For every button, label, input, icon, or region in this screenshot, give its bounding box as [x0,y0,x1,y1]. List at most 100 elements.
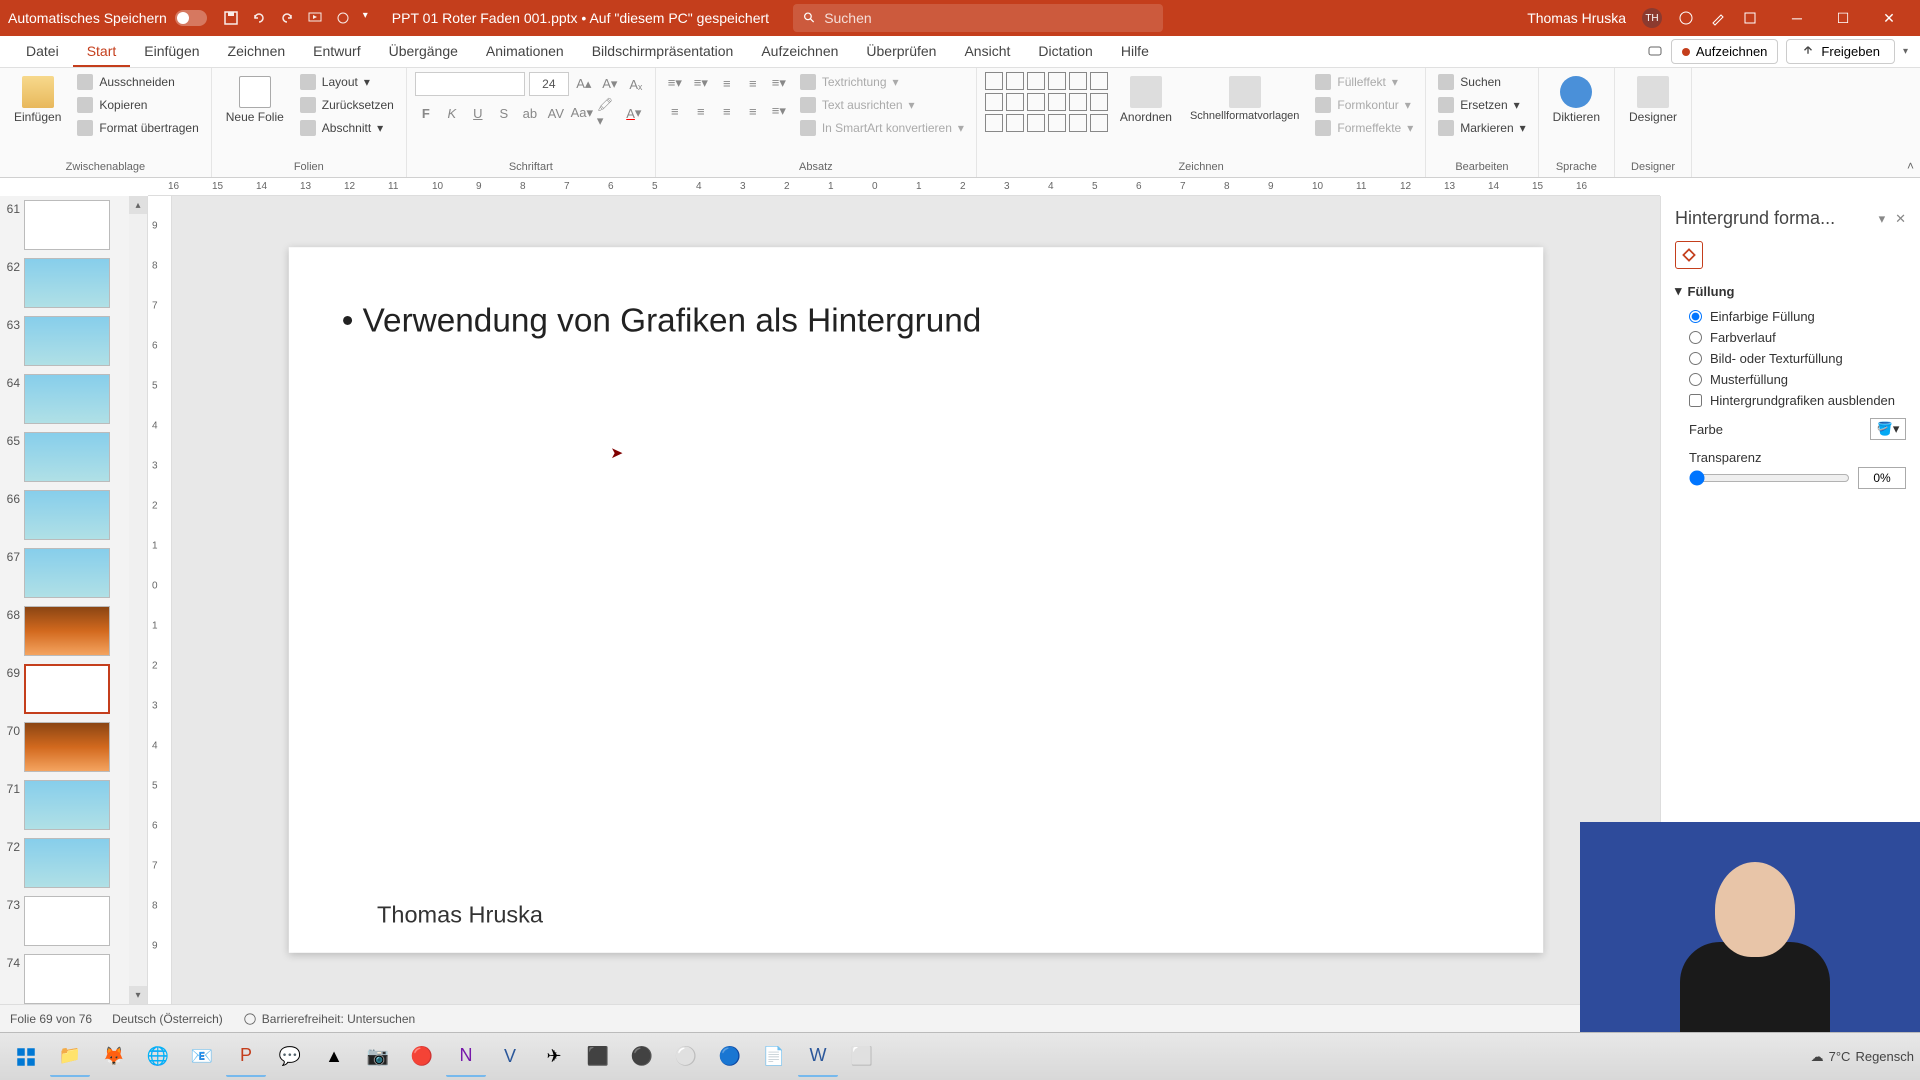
outlook-icon[interactable]: 📧 [182,1037,222,1077]
dictate-button[interactable]: Diktieren [1547,72,1606,128]
redo-icon[interactable] [279,10,295,26]
format-painter-button[interactable]: Format übertragen [73,118,202,138]
pattern-fill-radio[interactable]: Musterfüllung [1689,372,1906,387]
bullets-button[interactable]: ≡▾ [664,72,686,94]
obs-icon[interactable]: ⚫ [622,1037,662,1077]
solid-fill-radio[interactable]: Einfarbige Füllung [1689,309,1906,324]
font-family-input[interactable] [415,72,525,96]
slide-thumbnail[interactable]: 64 [2,374,143,424]
telegram-icon[interactable]: ✈ [534,1037,574,1077]
share-button[interactable]: Freigeben [1786,39,1895,64]
app-icon-6[interactable]: ⚪ [666,1037,706,1077]
save-icon[interactable] [223,10,239,26]
file-explorer-icon[interactable]: 📁 [50,1037,90,1077]
slide-thumbnail[interactable]: 68 [2,606,143,656]
app-icon-3[interactable]: 📷 [358,1037,398,1077]
window-icon[interactable] [1742,10,1758,26]
underline-button[interactable]: U [467,102,489,124]
slide-thumbnail[interactable]: 74 [2,954,143,1004]
tab-zeichnen[interactable]: Zeichnen [214,37,300,67]
slide-thumbnail[interactable]: 69 [2,664,143,714]
numbering-button[interactable]: ≡▾ [690,72,712,94]
weather-widget[interactable]: ☁ 7°C Regensch [1811,1049,1914,1065]
transparency-slider[interactable] [1689,470,1850,486]
spacing-button[interactable]: AV [545,102,567,124]
tab-animationen[interactable]: Animationen [472,37,578,67]
shapes-gallery[interactable] [985,72,1108,132]
close-button[interactable]: ✕ [1866,0,1912,36]
autosave-toggle[interactable]: Automatisches Speichern [8,10,207,26]
shape-fill-button[interactable]: Fülleffekt ▾ [1311,72,1417,92]
pane-dropdown-icon[interactable]: ▾ [1879,211,1886,227]
slide[interactable]: Verwendung von Grafiken als Hintergrund … [289,247,1543,953]
thumbnail-preview[interactable] [24,374,110,424]
font-color-button[interactable]: A▾ [623,102,645,124]
slide-thumbnail[interactable]: 71 [2,780,143,830]
tab-entwurf[interactable]: Entwurf [299,37,374,67]
fill-tab-icon[interactable] [1675,241,1703,269]
user-name[interactable]: Thomas Hruska [1527,10,1626,26]
slide-thumbnail[interactable]: 62 [2,258,143,308]
increase-font-button[interactable]: A▴ [573,73,595,95]
picture-fill-radio[interactable]: Bild- oder Texturfüllung [1689,351,1906,366]
designer-button[interactable]: Designer [1623,72,1683,128]
app-icon-4[interactable]: 🔴 [402,1037,442,1077]
touch-mode-icon[interactable] [335,10,351,26]
slide-thumbnail[interactable]: 67 [2,548,143,598]
slide-thumbnail[interactable]: 63 [2,316,143,366]
shape-effects-button[interactable]: Formeffekte ▾ [1311,118,1417,138]
thumbnail-scrollbar[interactable]: ▴ ▾ [129,196,147,1004]
clear-format-button[interactable]: Aₓ [625,73,647,95]
sync-icon[interactable] [1678,10,1694,26]
align-center-button[interactable]: ≡ [690,100,712,122]
thumbnail-preview[interactable] [24,780,110,830]
firefox-icon[interactable]: 🦊 [94,1037,134,1077]
slide-counter[interactable]: Folie 69 von 76 [10,1012,92,1026]
thumbnail-preview[interactable] [24,316,110,366]
tab-ansicht[interactable]: Ansicht [950,37,1024,67]
hide-bg-checkbox[interactable]: Hintergrundgrafiken ausblenden [1689,393,1906,408]
bold-button[interactable]: F [415,102,437,124]
transparency-value-input[interactable] [1858,467,1906,489]
user-avatar[interactable]: TH [1642,8,1662,28]
tab-übergänge[interactable]: Übergänge [375,37,472,67]
tab-datei[interactable]: Datei [12,37,73,67]
strikethrough-button[interactable]: S [493,102,515,124]
scroll-down-button[interactable]: ▾ [129,986,147,1004]
document-title[interactable]: PPT 01 Roter Faden 001.pptx • Auf "diese… [392,10,769,26]
chrome-icon[interactable]: 🌐 [138,1037,178,1077]
app-icon-1[interactable]: 💬 [270,1037,310,1077]
thumbnail-preview[interactable] [24,722,110,772]
app-icon-7[interactable]: 🔵 [710,1037,750,1077]
gradient-fill-radio[interactable]: Farbverlauf [1689,330,1906,345]
section-button[interactable]: Abschnitt ▾ [296,118,398,138]
shadow-button[interactable]: ab [519,102,541,124]
share-dropdown-icon[interactable]: ▾ [1903,46,1908,57]
minimize-button[interactable]: ─ [1774,0,1820,36]
app-icon-5[interactable]: ⬛ [578,1037,618,1077]
tab-hilfe[interactable]: Hilfe [1107,37,1163,67]
thumbnail-preview[interactable] [24,200,110,250]
align-text-button[interactable]: Text ausrichten ▾ [796,95,968,115]
find-button[interactable]: Suchen [1434,72,1529,92]
thumbnail-preview[interactable] [24,954,110,1004]
quick-styles-button[interactable]: Schnellformatvorlagen [1184,72,1305,126]
arrange-button[interactable]: Anordnen [1114,72,1178,128]
tab-dictation[interactable]: Dictation [1024,37,1106,67]
new-slide-button[interactable]: Neue Folie [220,72,290,128]
thumbnail-preview[interactable] [24,606,110,656]
scroll-up-button[interactable]: ▴ [129,196,147,214]
pen-icon[interactable] [1710,10,1726,26]
color-picker-button[interactable]: 🪣▾ [1870,418,1906,440]
pane-close-button[interactable]: ✕ [1895,211,1906,227]
thumbnail-preview[interactable] [24,896,110,946]
shape-outline-button[interactable]: Formkontur ▾ [1311,95,1417,115]
app-icon-2[interactable]: ▲ [314,1037,354,1077]
thumbnail-preview[interactable] [24,548,110,598]
cut-button[interactable]: Ausschneiden [73,72,202,92]
maximize-button[interactable]: ☐ [1820,0,1866,36]
slide-thumbnail[interactable]: 61 [2,200,143,250]
smartart-button[interactable]: In SmartArt konvertieren ▾ [796,118,968,138]
decrease-indent-button[interactable]: ≡ [716,72,738,94]
copy-button[interactable]: Kopieren [73,95,202,115]
